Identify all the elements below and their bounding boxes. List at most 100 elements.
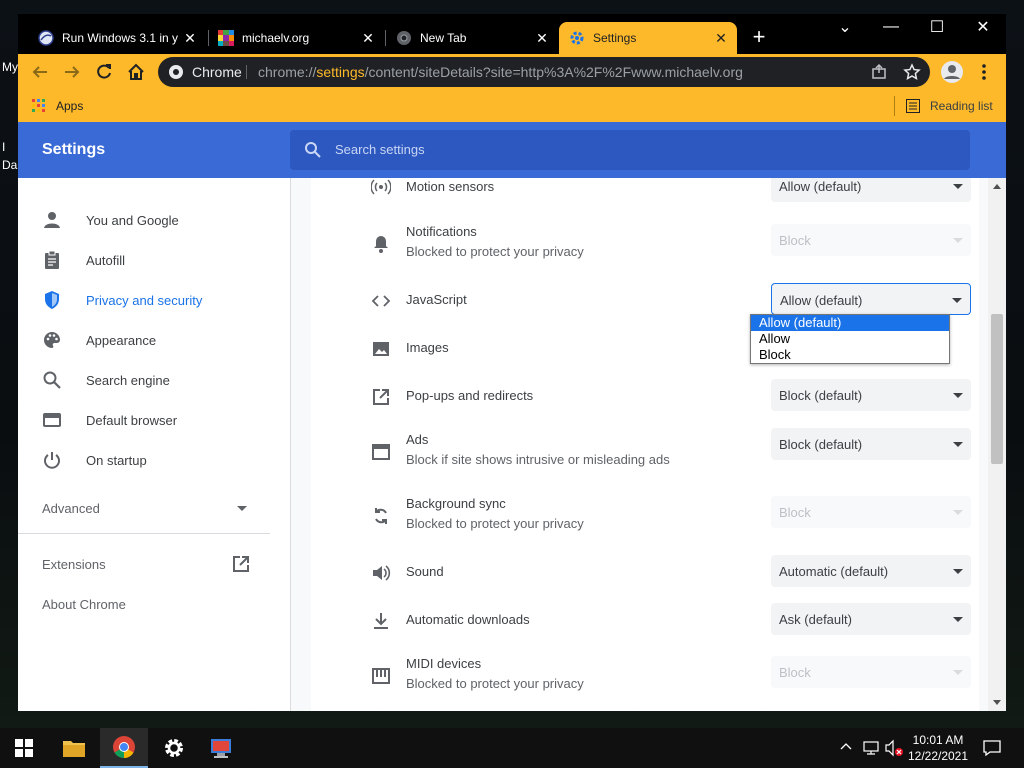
address-bar[interactable]: Chrome chrome://settings/content/siteDet… <box>158 57 930 87</box>
settings-sidebar: You and Google Autofill Privacy and secu… <box>18 178 290 711</box>
sidebar-item-on-startup[interactable]: On startup <box>18 440 290 480</box>
select-value: Block <box>779 505 811 520</box>
search-settings-field[interactable]: Search settings <box>290 130 970 170</box>
reading-list-button[interactable]: Reading list <box>930 99 993 113</box>
javascript-dropdown-list: Allow (default) Allow Block <box>750 314 950 364</box>
tab-title: Settings <box>593 31 637 45</box>
clock-time: 10:01 AM <box>912 733 964 747</box>
bookmark-star-icon[interactable] <box>903 63 921 81</box>
clock-date: 12/22/2021 <box>907 749 969 763</box>
scroll-up-arrow-icon[interactable] <box>993 184 1001 189</box>
tab-new-tab[interactable]: New Tab ✕ <box>386 22 558 54</box>
permission-subtitle: Blocked to protect your privacy <box>406 676 584 691</box>
volume-muted-icon[interactable] <box>884 739 904 757</box>
sidebar-item-label: Search engine <box>86 373 170 388</box>
permission-name: Pop-ups and redirects <box>406 388 534 403</box>
app-taskbar-button[interactable] <box>198 728 246 768</box>
sidebar-item-default-browser[interactable]: Default browser <box>18 400 290 440</box>
file-explorer-button[interactable] <box>50 728 98 768</box>
select-value: Allow (default) <box>779 179 862 194</box>
close-tab-icon[interactable]: ✕ <box>360 30 376 46</box>
permission-subtitle: Blocked to protect your privacy <box>406 516 584 531</box>
reload-button[interactable] <box>90 58 118 86</box>
sidebar-item-autofill[interactable]: Autofill <box>18 240 290 280</box>
dropdown-option-block[interactable]: Block <box>751 347 949 363</box>
permission-subtitle: Blocked to protect your privacy <box>406 244 584 259</box>
tab-settings[interactable]: Settings ✕ <box>559 22 737 54</box>
sound-select[interactable]: Automatic (default) <box>771 555 971 587</box>
open-in-new-icon <box>232 555 250 573</box>
system-clock[interactable]: 10:01 AM 12/22/2021 <box>906 732 970 764</box>
tab-search-chevron-icon[interactable]: ⌄ <box>822 14 868 40</box>
javascript-select[interactable]: Allow (default) <box>771 283 971 315</box>
about-chrome-label: About Chrome <box>42 597 126 612</box>
sidebar-item-about-chrome[interactable]: About Chrome <box>18 584 290 624</box>
motion-sensors-select[interactable]: Allow (default) <box>771 178 971 202</box>
url-text[interactable]: chrome://settings/content/siteDetails?si… <box>258 64 743 80</box>
advanced-label: Advanced <box>42 501 100 516</box>
automatic-downloads-select[interactable]: Ask (default) <box>771 603 971 635</box>
dropdown-option-allow-default[interactable]: Allow (default) <box>751 315 949 331</box>
sidebar-item-label: Appearance <box>86 333 157 348</box>
windows-taskbar: 10:01 AM 12/22/2021 <box>0 728 1024 768</box>
close-tab-icon[interactable]: ✕ <box>182 30 198 46</box>
permission-name: Automatic downloads <box>406 612 530 627</box>
minimize-button[interactable]: — <box>868 14 914 40</box>
show-hidden-icons-chevron-icon[interactable] <box>840 741 852 753</box>
tab-michaelv[interactable]: michaelv.org ✕ <box>208 22 384 54</box>
settings-taskbar-button[interactable] <box>150 728 198 768</box>
retro-computer-icon <box>211 739 231 758</box>
back-button[interactable] <box>26 58 54 86</box>
search-placeholder: Search settings <box>335 142 425 157</box>
permission-subtitle: Block if site shows intrusive or mislead… <box>406 452 670 467</box>
dropdown-arrow-icon <box>953 238 963 243</box>
sidebar-item-label: Default browser <box>86 413 178 428</box>
speaker-icon <box>371 563 391 583</box>
forward-button[interactable] <box>58 58 86 86</box>
share-icon[interactable] <box>870 63 888 81</box>
sidebar-item-extensions[interactable]: Extensions <box>18 544 290 584</box>
popups-select[interactable]: Block (default) <box>771 379 971 411</box>
maximize-button[interactable]: ☐ <box>914 14 960 40</box>
notifications-icon[interactable] <box>982 738 1002 758</box>
settings-title: Settings <box>42 141 106 158</box>
sidebar-item-privacy-and-security[interactable]: Privacy and security <box>18 280 290 320</box>
sidebar-item-you-and-google[interactable]: You and Google <box>18 200 290 240</box>
site-chip: Chrome <box>192 64 242 80</box>
start-button[interactable] <box>0 728 48 768</box>
shield-icon <box>42 290 62 310</box>
settings-header: Settings Search settings <box>18 122 1006 178</box>
dropdown-arrow-icon <box>953 510 963 515</box>
content-scrollbar[interactable] <box>988 178 1006 711</box>
site-settings-content: Motion sensors Allow (default) Notificat… <box>290 178 1006 711</box>
browser-toolbar: Chrome chrome://settings/content/siteDet… <box>18 54 1006 90</box>
home-button[interactable] <box>122 58 150 86</box>
download-icon <box>371 611 391 631</box>
close-tab-icon[interactable]: ✕ <box>713 30 729 46</box>
tab-run-windows[interactable]: Run Windows 3.1 in y ✕ <box>28 22 206 54</box>
scroll-down-arrow-icon[interactable] <box>993 700 1001 705</box>
sidebar-item-search-engine[interactable]: Search engine <box>18 360 290 400</box>
dropdown-arrow-icon <box>953 442 963 447</box>
ads-select[interactable]: Block (default) <box>771 428 971 460</box>
sidebar-item-advanced[interactable]: Advanced <box>18 488 290 528</box>
sidebar-item-appearance[interactable]: Appearance <box>18 320 290 360</box>
chevron-down-icon <box>237 506 247 511</box>
close-window-button[interactable]: ✕ <box>960 14 1006 40</box>
desktop-label: I <box>2 140 6 154</box>
chrome-taskbar-button[interactable] <box>100 728 148 768</box>
scrollbar-thumb[interactable] <box>991 314 1003 464</box>
more-menu-button[interactable] <box>970 58 998 86</box>
new-tab-button[interactable]: + <box>747 26 771 50</box>
bookmarks-bar: Apps Reading list <box>18 90 1006 122</box>
close-tab-icon[interactable]: ✕ <box>534 30 550 46</box>
select-value: Ask (default) <box>779 612 852 627</box>
network-icon[interactable] <box>862 739 880 757</box>
ads-icon <box>371 442 391 462</box>
sidebar-item-label: Autofill <box>86 253 126 268</box>
profile-button[interactable] <box>938 58 966 86</box>
permission-name: Background sync <box>406 496 506 511</box>
dropdown-option-allow[interactable]: Allow <box>751 331 949 347</box>
apps-bookmark[interactable]: Apps <box>56 99 83 113</box>
motion-sensor-icon <box>371 178 391 197</box>
